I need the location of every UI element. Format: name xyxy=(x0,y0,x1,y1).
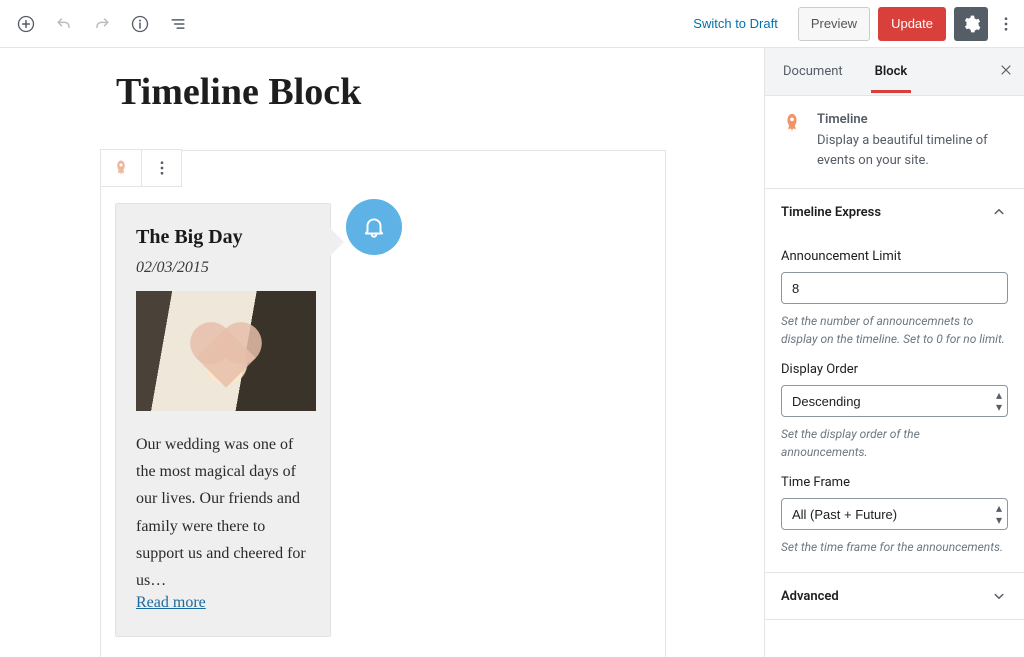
gear-icon xyxy=(961,14,981,34)
block-name: Timeline xyxy=(817,112,1008,127)
chevron-up-icon xyxy=(990,203,1008,221)
read-more-link[interactable]: Read more xyxy=(136,594,206,611)
content-structure-button[interactable] xyxy=(122,6,158,42)
rocket-icon xyxy=(112,159,130,177)
close-icon xyxy=(998,62,1014,78)
info-icon xyxy=(130,14,150,34)
panel-advanced: Advanced xyxy=(765,573,1024,620)
close-sidebar-button[interactable] xyxy=(998,62,1014,82)
preview-button[interactable]: Preview xyxy=(798,7,870,41)
undo-button[interactable] xyxy=(46,6,82,42)
announcement-card: The Big Day 02/03/2015 Our wedding was o… xyxy=(115,203,331,637)
timeline-block[interactable]: The Big Day 02/03/2015 Our wedding was o… xyxy=(100,150,666,657)
undo-icon xyxy=(54,14,74,34)
chevron-down-icon xyxy=(990,587,1008,605)
time-frame-select[interactable]: All (Past + Future) xyxy=(781,498,1008,530)
timeline-node xyxy=(346,199,402,255)
panel-title: Advanced xyxy=(781,589,839,604)
more-vertical-icon xyxy=(997,15,1015,33)
display-order-select[interactable]: Descending xyxy=(781,385,1008,417)
block-description: Display a beautiful timeline of events o… xyxy=(817,131,1008,170)
bell-icon xyxy=(361,214,387,240)
editor-top-toolbar: Switch to Draft Preview Update xyxy=(0,0,1024,48)
block-content: The Big Day 02/03/2015 Our wedding was o… xyxy=(100,150,666,657)
announcement-image xyxy=(136,291,316,411)
field-help: Set the time frame for the announcements… xyxy=(781,538,1008,556)
panel-timeline-express: Timeline Express Announcement Limit Set … xyxy=(765,189,1024,573)
panel-toggle[interactable]: Advanced xyxy=(765,573,1024,619)
plus-circle-icon xyxy=(16,14,36,34)
block-more-options[interactable] xyxy=(141,150,181,186)
block-toolbar xyxy=(100,149,182,187)
tab-block[interactable]: Block xyxy=(871,50,912,93)
field-label: Display Order xyxy=(781,362,1008,377)
redo-button[interactable] xyxy=(84,6,120,42)
settings-sidebar: Document Block Timeline Display a beauti… xyxy=(764,48,1024,657)
settings-toggle-button[interactable] xyxy=(954,7,988,41)
announcement-title: The Big Day xyxy=(136,226,310,249)
field-help: Set the number of announcemnets to displ… xyxy=(781,312,1008,348)
block-type-indicator[interactable] xyxy=(101,150,141,186)
panel-title: Timeline Express xyxy=(781,205,881,220)
more-menu-button[interactable] xyxy=(996,7,1016,41)
switch-to-draft-button[interactable]: Switch to Draft xyxy=(681,10,790,37)
more-vertical-icon xyxy=(153,159,171,177)
tab-document[interactable]: Document xyxy=(779,50,847,93)
field-label: Announcement Limit xyxy=(781,249,1008,264)
outline-icon xyxy=(168,14,188,34)
update-button[interactable]: Update xyxy=(878,7,946,41)
rocket-icon xyxy=(781,112,805,136)
announcement-limit-input[interactable] xyxy=(781,272,1008,304)
announcement-excerpt: Our wedding was one of the most magical … xyxy=(136,431,310,594)
panel-toggle[interactable]: Timeline Express xyxy=(765,189,1024,235)
field-help: Set the display order of the announcemen… xyxy=(781,425,1008,461)
post-title[interactable]: Timeline Block xyxy=(116,70,764,114)
sidebar-tabs: Document Block xyxy=(765,48,1024,96)
field-label: Time Frame xyxy=(781,475,1008,490)
editor-canvas: Timeline Block The Big Day 02/03/2015 xyxy=(0,48,764,657)
announcement-date: 02/03/2015 xyxy=(136,259,310,277)
redo-icon xyxy=(92,14,112,34)
add-block-button[interactable] xyxy=(8,6,44,42)
block-card: Timeline Display a beautiful timeline of… xyxy=(765,96,1024,189)
block-navigation-button[interactable] xyxy=(160,6,196,42)
